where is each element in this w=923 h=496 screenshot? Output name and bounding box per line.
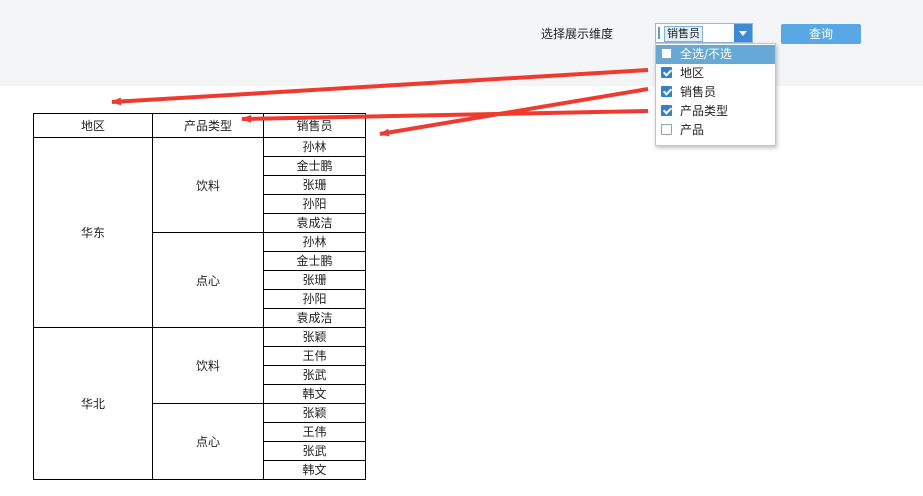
checkbox-checked-icon[interactable] xyxy=(661,86,672,97)
salesperson-cell: 金士鹏 xyxy=(263,156,366,176)
salesperson-cell: 袁成洁 xyxy=(263,308,366,328)
product-type-cell: 点心 xyxy=(152,403,264,480)
checkbox-icon[interactable] xyxy=(661,48,672,59)
option-label: 销售员 xyxy=(680,85,717,99)
product-type-cell: 饮料 xyxy=(152,327,264,404)
salesperson-cell: 金士鹏 xyxy=(263,251,366,271)
checkbox-checked-icon[interactable] xyxy=(661,67,672,78)
report-table: 地区 产品类型 销售员 华东 饮料 孙林 金士鹏 张珊 孙阳 袁成洁 点心 孙林 金士鹏 张珊 孙阳袁… xyxy=(33,113,366,480)
region-cell: 华北 xyxy=(33,327,153,480)
table-row: 华东 饮料 孙林 xyxy=(33,137,366,328)
salesperson-cell: 王伟 xyxy=(263,346,366,366)
product-type-cell: 饮料 xyxy=(152,137,264,233)
salesperson-cell: 袁成洁 xyxy=(263,213,366,233)
checkbox-checked-icon[interactable] xyxy=(661,105,672,116)
product-type-cell: 点心 xyxy=(152,232,264,328)
checkbox-icon[interactable] xyxy=(661,124,672,135)
salesperson-cell: 韩文 xyxy=(263,460,366,480)
option-label: 全选/不选 xyxy=(680,47,733,61)
salesperson-cell: 韩文 xyxy=(263,384,366,404)
salesperson-cell: 张颖 xyxy=(263,403,366,423)
header-region: 地区 xyxy=(33,113,153,138)
dimension-label: 选择展示维度 xyxy=(541,27,614,41)
option-label: 产品 xyxy=(680,123,705,137)
selected-tag[interactable]: 销售员 xyxy=(664,26,703,42)
salesperson-cell: 王伟 xyxy=(263,422,366,442)
salesperson-cell: 张武 xyxy=(263,365,366,385)
dimension-dropdown: 全选/不选地区销售员产品类型产品 xyxy=(655,43,776,146)
salesperson-cell: 张珊 xyxy=(263,175,366,195)
salesperson-cell: 孙阳 xyxy=(263,194,366,214)
dropdown-arrow-icon[interactable] xyxy=(734,24,752,42)
select-indicator xyxy=(658,27,660,39)
header-row: 地区 产品类型 销售员 xyxy=(33,113,366,138)
salesperson-cell: 孙林 xyxy=(263,232,366,252)
salesperson-cell: 孙林 xyxy=(263,137,366,157)
dimension-option[interactable]: 产品类型 xyxy=(656,102,775,121)
option-label: 地区 xyxy=(680,66,705,80)
dimension-option[interactable]: 产品 xyxy=(656,121,775,140)
region-cell: 华东 xyxy=(33,137,153,328)
table-row: 华北 饮料 张颖 xyxy=(33,327,366,480)
salesperson-cell: 张武 xyxy=(263,441,366,461)
option-label: 产品类型 xyxy=(680,104,729,118)
salesperson-cell: 张颖 xyxy=(263,327,366,347)
query-button[interactable]: 查询 xyxy=(781,24,861,44)
dimension-option[interactable]: 地区 xyxy=(656,64,775,83)
salesperson-cell: 张珊 xyxy=(263,270,366,290)
dimension-option[interactable]: 销售员 xyxy=(656,83,775,102)
salesperson-cell: 孙阳 xyxy=(263,289,366,309)
header-product-type: 产品类型 xyxy=(152,113,264,138)
dimension-option[interactable]: 全选/不选 xyxy=(656,45,775,64)
header-salesperson: 销售员 xyxy=(263,113,366,138)
dimension-select[interactable]: 销售员 xyxy=(655,23,753,43)
arrow-to-salesperson xyxy=(379,87,649,137)
